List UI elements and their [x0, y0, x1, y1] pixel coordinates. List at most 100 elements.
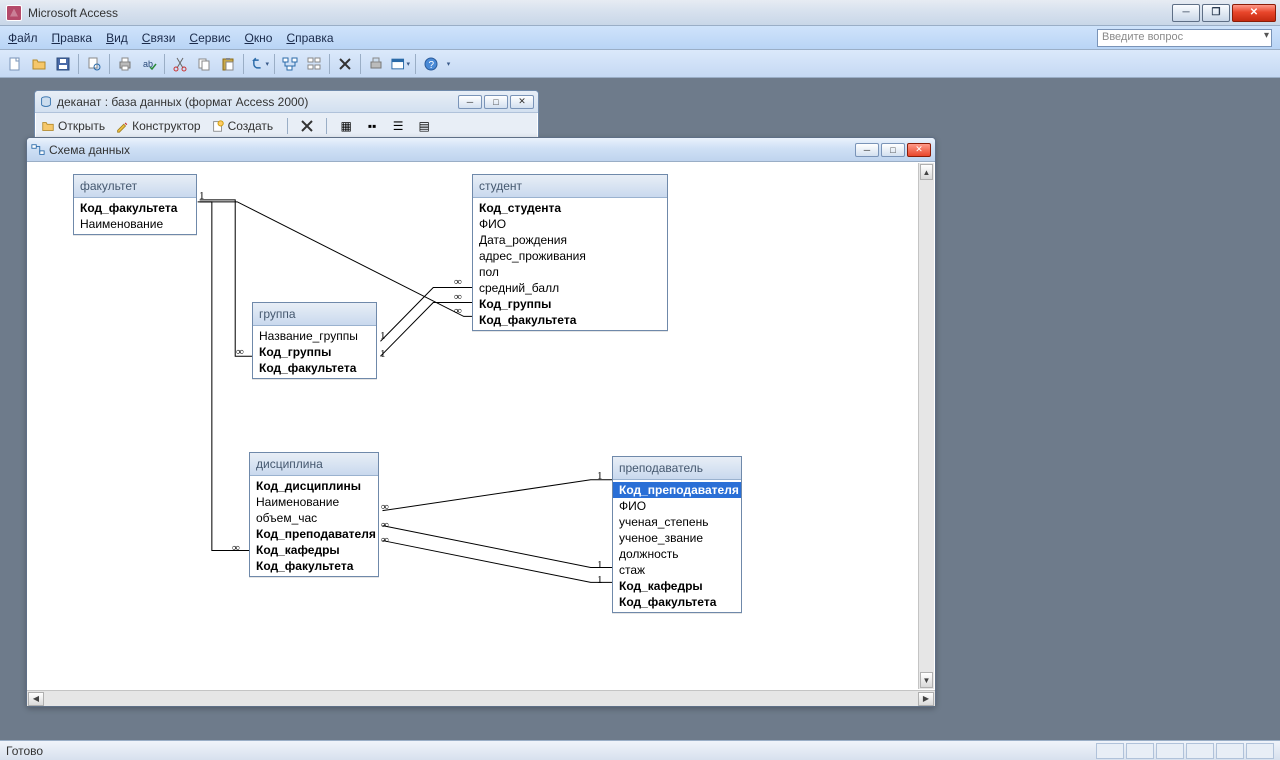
- design-button[interactable]: Конструктор: [115, 119, 200, 133]
- dbwin-minimize-button[interactable]: ─: [458, 95, 482, 109]
- details-icon[interactable]: ▤: [413, 115, 435, 137]
- entity-field[interactable]: ФИО: [613, 498, 741, 514]
- entity-field[interactable]: должность: [613, 546, 741, 562]
- relwin-maximize-button[interactable]: □: [881, 143, 905, 157]
- large-icons-icon[interactable]: ▦: [335, 115, 357, 137]
- relationships-icon[interactable]: [279, 53, 301, 75]
- scroll-right-icon[interactable]: ▶: [918, 692, 934, 706]
- entity-field[interactable]: Код_кафедры: [613, 578, 741, 594]
- menu-tools[interactable]: Сервис: [189, 31, 230, 45]
- relationships-canvas[interactable]: 1 ∞ ∞ 1 1 ∞ ∞ ∞ ∞ ∞ ∞ 1 1 1 факультет Ко…: [27, 162, 935, 690]
- dbwin-maximize-button[interactable]: □: [484, 95, 508, 109]
- entity-field[interactable]: Код_факультета: [74, 200, 196, 216]
- entity-field[interactable]: Название_группы: [253, 328, 376, 344]
- spell-check-icon[interactable]: ab: [138, 53, 160, 75]
- print-relationships-icon[interactable]: [365, 53, 387, 75]
- entity-field[interactable]: Наименование: [74, 216, 196, 232]
- menubar: Файл Правка Вид Связи Сервис Окно Справк…: [0, 26, 1280, 50]
- relwin-hscroll[interactable]: ◀ ▶: [27, 690, 935, 706]
- print-preview-icon[interactable]: [83, 53, 105, 75]
- entity-title: факультет: [74, 175, 196, 198]
- relwin-vscroll[interactable]: ▲ ▼: [918, 163, 934, 689]
- delete-object-icon[interactable]: [296, 115, 318, 137]
- entity-field[interactable]: адрес_проживания: [473, 248, 667, 264]
- entity-field[interactable]: Код_дисциплины: [250, 478, 378, 494]
- entity-field[interactable]: Наименование: [250, 494, 378, 510]
- entity-field[interactable]: Код_студента: [473, 200, 667, 216]
- menu-relations[interactable]: Связи: [142, 31, 176, 45]
- relwin-minimize-button[interactable]: ─: [855, 143, 879, 157]
- window-controls: ─ ❐ ✕: [1172, 4, 1276, 22]
- entity-field[interactable]: Код_факультета: [473, 312, 667, 328]
- relationships-title: Схема данных: [49, 143, 130, 157]
- status-cell: [1126, 743, 1154, 759]
- entity-field[interactable]: Код_факультета: [250, 558, 378, 574]
- entity-field[interactable]: ФИО: [473, 216, 667, 232]
- new-button[interactable]: Создать: [211, 119, 274, 133]
- database-window-titlebar[interactable]: деканат : база данных (формат Access 200…: [35, 91, 538, 113]
- entity-field[interactable]: Дата_рождения: [473, 232, 667, 248]
- menu-view[interactable]: Вид: [106, 31, 128, 45]
- rel-many: ∞: [454, 305, 462, 317]
- small-icons-icon[interactable]: ▪▪: [361, 115, 383, 137]
- cut-icon[interactable]: [169, 53, 191, 75]
- entity-field[interactable]: стаж: [613, 562, 741, 578]
- open-file-icon[interactable]: [28, 53, 50, 75]
- scroll-left-icon[interactable]: ◀: [28, 692, 44, 706]
- entity-student[interactable]: студент Код_студентаФИОДата_рожденияадре…: [472, 174, 668, 331]
- show-table-icon[interactable]: [303, 53, 325, 75]
- entity-title: преподаватель: [613, 457, 741, 480]
- relwin-close-button[interactable]: ✕: [907, 143, 931, 157]
- entity-field[interactable]: Код_кафедры: [250, 542, 378, 558]
- access-icon: [6, 5, 22, 21]
- new-file-icon[interactable]: [4, 53, 26, 75]
- open-button[interactable]: Открыть: [41, 119, 105, 133]
- entity-field[interactable]: Код_факультета: [613, 594, 741, 610]
- paste-icon[interactable]: [217, 53, 239, 75]
- entity-field[interactable]: ученое_звание: [613, 530, 741, 546]
- entity-field[interactable]: Код_группы: [473, 296, 667, 312]
- entity-discipline[interactable]: дисциплина Код_дисциплиныНаименованиеобъ…: [249, 452, 379, 577]
- menu-help[interactable]: Справка: [286, 31, 333, 45]
- help-icon[interactable]: ?: [420, 53, 442, 75]
- status-cell: [1096, 743, 1124, 759]
- entity-lecturer[interactable]: преподаватель Код_преподавателяФИОученая…: [612, 456, 742, 613]
- entity-field[interactable]: Код_факультета: [253, 360, 376, 376]
- entity-field[interactable]: пол: [473, 264, 667, 280]
- entity-field[interactable]: объем_час: [250, 510, 378, 526]
- entity-field[interactable]: Код_группы: [253, 344, 376, 360]
- entity-field[interactable]: ученая_степень: [613, 514, 741, 530]
- status-text: Готово: [6, 744, 43, 758]
- relationships-window[interactable]: Схема данных ─ □ ✕: [26, 137, 936, 707]
- save-icon[interactable]: [52, 53, 74, 75]
- database-window-icon[interactable]: ▾: [389, 53, 411, 75]
- dbwin-close-button[interactable]: ✕: [510, 95, 534, 109]
- menu-edit[interactable]: Правка: [52, 31, 93, 45]
- print-icon[interactable]: [114, 53, 136, 75]
- maximize-button[interactable]: ❐: [1202, 4, 1230, 22]
- entity-field[interactable]: Код_преподавателя: [613, 482, 741, 498]
- menu-window[interactable]: Окно: [245, 31, 273, 45]
- close-button[interactable]: ✕: [1232, 4, 1276, 22]
- entity-field[interactable]: средний_балл: [473, 280, 667, 296]
- undo-icon[interactable]: ▾: [248, 53, 270, 75]
- rel-one: 1: [380, 348, 386, 360]
- entity-group[interactable]: группа Название_группыКод_группыКод_факу…: [252, 302, 377, 379]
- menu-file[interactable]: Файл: [8, 31, 38, 45]
- entity-faculty[interactable]: факультет Код_факультетаНаименование: [73, 174, 197, 235]
- minimize-button[interactable]: ─: [1172, 4, 1200, 22]
- scroll-up-icon[interactable]: ▲: [920, 164, 933, 180]
- ask-question-box[interactable]: Введите вопрос: [1097, 29, 1272, 47]
- relationships-window-icon: [31, 143, 45, 157]
- status-bar: Готово: [0, 740, 1280, 760]
- delete-icon[interactable]: [334, 53, 356, 75]
- database-window-toolbar: Открыть Конструктор Создать ▦ ▪▪ ☰ ▤: [35, 113, 538, 139]
- entity-field[interactable]: Код_преподавателя: [250, 526, 378, 542]
- rel-one: 1: [380, 330, 386, 342]
- toolbar-overflow-icon[interactable]: ▾: [444, 53, 452, 75]
- copy-icon[interactable]: [193, 53, 215, 75]
- relationships-titlebar[interactable]: Схема данных ─ □ ✕: [27, 138, 935, 162]
- list-icon[interactable]: ☰: [387, 115, 409, 137]
- rel-many: ∞: [381, 519, 389, 531]
- scroll-down-icon[interactable]: ▼: [920, 672, 933, 688]
